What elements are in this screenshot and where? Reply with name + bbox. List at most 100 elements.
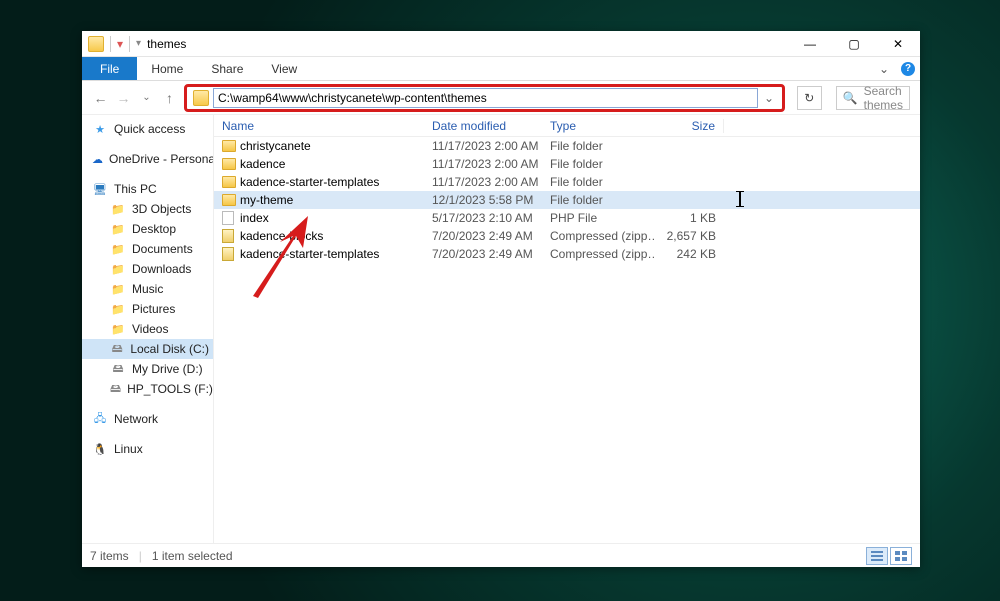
generic-icon: 📁 [110,221,126,237]
ribbon-tabs: File Home Share View ⌄ ? [82,57,920,81]
sidebar-item-label: Downloads [132,262,191,276]
file-row[interactable]: christycanete11/17/2023 2:00 AMFile fold… [214,137,920,155]
tab-share[interactable]: Share [197,57,257,80]
cloud-icon: ☁ [92,151,103,167]
sidebar-item-local-disk-c-[interactable]: 🖴Local Disk (C:) [82,339,213,359]
file-row[interactable]: kadence-blocks7/20/2023 2:49 AMCompresse… [214,227,920,245]
minimize-icon: — [804,37,816,51]
col-date[interactable]: Date modified [432,119,550,133]
status-count: 7 items [90,549,129,563]
search-placeholder: Search themes [864,84,903,112]
generic-icon: 📁 [110,321,126,337]
cell-date: 7/20/2023 2:49 AM [432,229,550,243]
window-folder-icon [88,36,104,52]
recent-locations-button[interactable]: ⌄ [138,92,155,103]
sidebar-item-documents[interactable]: 📁Documents [82,239,213,259]
file-row[interactable]: my-theme12/1/2023 5:58 PMFile folder [214,191,920,209]
col-size[interactable]: Size [654,119,724,133]
minimize-button[interactable]: — [788,31,832,57]
generic-icon: 📁 [110,201,126,217]
generic-icon: 📁 [110,281,126,297]
cell-name: kadence [240,157,432,171]
address-input[interactable] [213,88,758,108]
refresh-button[interactable]: ↻ [797,86,822,110]
maximize-button[interactable]: ▢ [832,31,876,57]
file-row[interactable]: index5/17/2023 2:10 AMPHP File1 KB [214,209,920,227]
cell-type: PHP File [550,211,654,225]
sidebar-item-label: Music [132,282,163,296]
navigation-pane: ★Quick access ☁OneDrive - Personal 🖥 This P… [82,115,214,543]
address-dropdown-icon[interactable]: ⌄ [758,91,780,105]
cell-type: Compressed (zipp… [550,247,654,261]
chevron-down-icon: ⌄ [879,62,889,76]
sidebar-item-onedrive-personal[interactable]: ☁OneDrive - Personal [82,149,213,169]
cell-date: 11/17/2023 2:00 AM [432,175,550,189]
quick-access-toolbar: ▾ ▾ [88,36,141,52]
cell-name: index [240,211,432,225]
sidebar-item-network[interactable]: 🖧Network [82,409,213,429]
sidebar-item-quick-access[interactable]: ★Quick access [82,119,213,139]
sidebar-item-pictures[interactable]: 📁 Pictures [82,299,213,319]
forward-button[interactable]: → [115,90,132,106]
sidebar-item-label: Network [114,412,158,426]
large-icons-view-button[interactable] [890,547,912,565]
sidebar-item-my-drive-d-[interactable]: 🖴My Drive (D:) [82,359,213,379]
refresh-icon: ↻ [804,91,814,105]
cell-name: my-theme [240,193,432,207]
details-view-button[interactable] [866,547,888,565]
file-row[interactable]: kadence11/17/2023 2:00 AMFile folder [214,155,920,173]
pc-icon: 🖥 [92,181,108,197]
generic-icon: 📁 [110,301,126,317]
ribbon-expand-button[interactable]: ⌄ [872,57,896,80]
disk-icon: 🖴 [110,361,126,377]
explorer-body: ★Quick access ☁OneDrive - Personal 🖥 This P… [82,115,920,543]
cell-name: christycanete [240,139,432,153]
tab-home[interactable]: Home [137,57,197,80]
sidebar-item-this-pc[interactable]: 🖥 This PC [82,179,213,199]
sidebar-item-3d-objects[interactable]: 📁3D Objects [82,199,213,219]
sidebar-item-linux[interactable]: 🐧Linux [82,439,213,459]
sidebar-item-desktop[interactable]: 📁Desktop [82,219,213,239]
sidebar-item-videos[interactable]: 📁 Videos [82,319,213,339]
qat-overflow-icon[interactable]: ▾ [117,37,123,51]
cell-date: 11/17/2023 2:00 AM [432,157,550,171]
cell-date: 11/17/2023 2:00 AM [432,139,550,153]
qat-divider [110,36,111,52]
back-button[interactable]: ← [92,90,109,106]
tab-view[interactable]: View [257,57,311,80]
up-button[interactable]: ↑ [161,90,178,106]
search-box[interactable]: 🔍 Search themes [836,86,910,110]
col-name[interactable]: Name [222,119,432,133]
sidebar-item-label: Pictures [132,302,175,316]
zip-icon [222,229,240,243]
cell-size: 1 KB [654,211,724,225]
generic-icon: 📁 [110,261,126,277]
sidebar-item-hp-tools-f-[interactable]: 🖴HP_TOOLS (F:) [82,379,213,399]
cell-date: 5/17/2023 2:10 AM [432,211,550,225]
tab-file-label: File [100,62,119,76]
qat-dropdown-icon[interactable]: ▾ [136,38,141,49]
file-list-pane: Name Date modified Type Size christycane… [214,115,920,543]
file-row[interactable]: kadence-starter-templates7/20/2023 2:49 … [214,245,920,263]
tab-home-label: Home [151,62,183,76]
navigation-row: ← → ⌄ ↑ ⌄ ↻ 🔍 Search themes [82,81,920,115]
file-rows: christycanete11/17/2023 2:00 AMFile fold… [214,137,920,543]
col-type[interactable]: Type [550,119,654,133]
window-title: themes [147,37,186,51]
window-controls: — ▢ ✕ [788,31,920,57]
linux-icon: 🐧 [92,441,108,457]
view-switcher [866,547,912,565]
sidebar-item-label: This PC [114,182,157,196]
tab-file[interactable]: File [82,57,137,80]
file-row[interactable]: kadence-starter-templates11/17/2023 2:00… [214,173,920,191]
folder-icon [222,176,240,188]
generic-icon: 📁 [110,241,126,257]
sidebar-item-label: Videos [132,322,168,336]
address-bar: ⌄ [184,84,785,112]
close-button[interactable]: ✕ [876,31,920,57]
sidebar-item-music[interactable]: 📁 Music [82,279,213,299]
cell-type: File folder [550,193,654,207]
help-button[interactable]: ? [896,57,920,80]
cell-size: 242 KB [654,247,724,261]
sidebar-item-downloads[interactable]: 📁 Downloads [82,259,213,279]
